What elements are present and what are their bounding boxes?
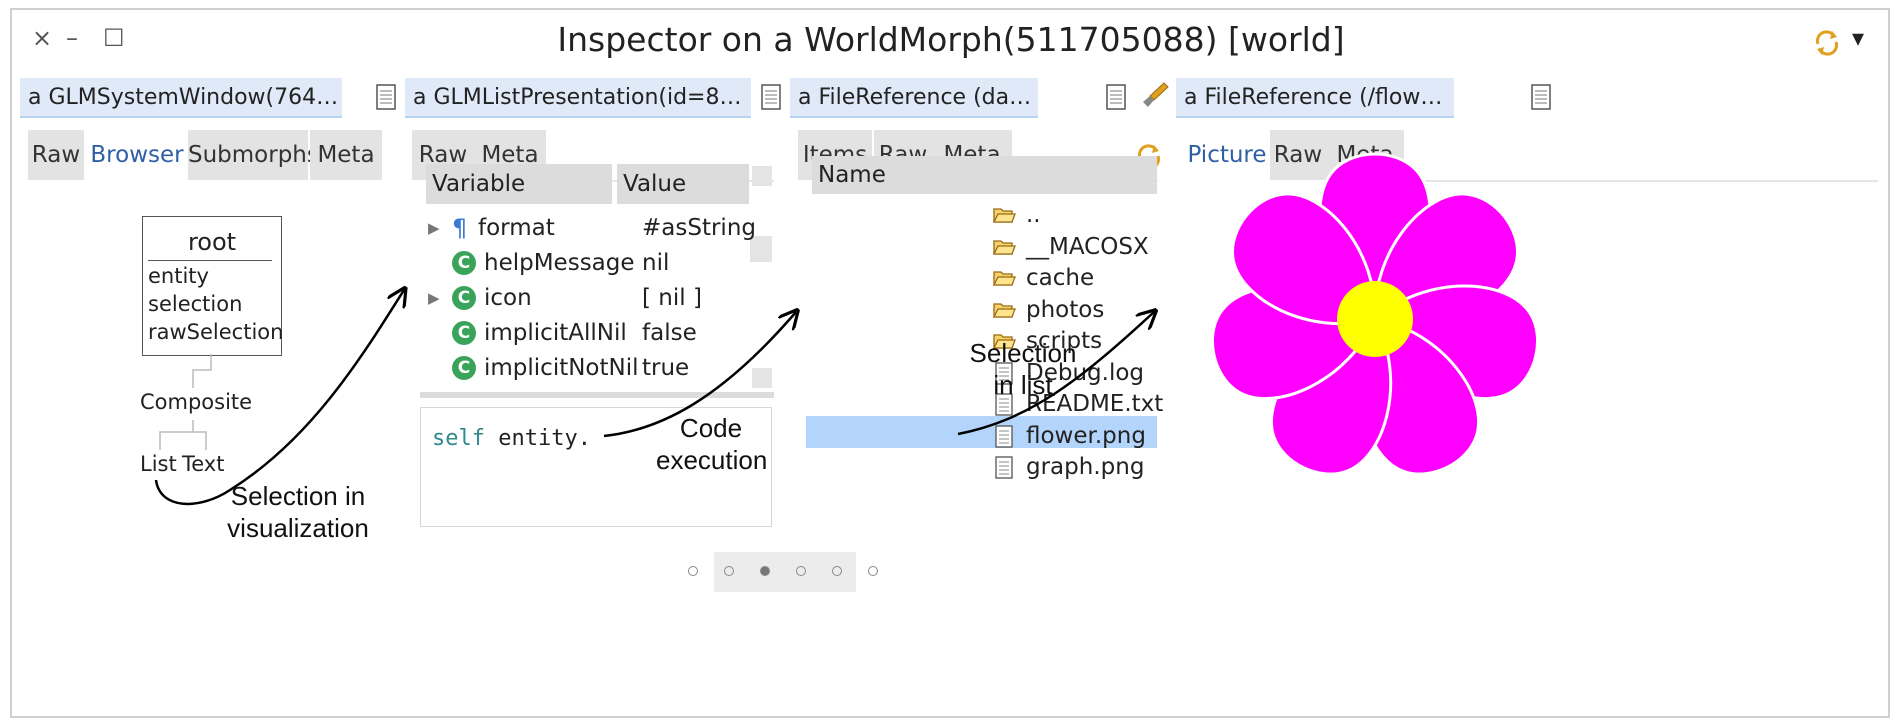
- pager-dot[interactable]: [832, 566, 842, 576]
- pager: [684, 562, 894, 584]
- annotation-line: Selection in: [230, 481, 366, 511]
- annotation-code-execution: Code execution: [656, 412, 768, 476]
- annotation-line: in list: [993, 370, 1053, 400]
- annotation-line: execution: [656, 445, 768, 475]
- annotation-line: Code: [679, 413, 743, 443]
- annotation-arrows: [154, 0, 1902, 506]
- annotation-selection-list: Selection in list: [966, 337, 1080, 401]
- pager-dot[interactable]: [868, 566, 878, 576]
- annotation-line: Selection: [969, 338, 1077, 368]
- pager-dot[interactable]: [796, 566, 806, 576]
- pager-dot[interactable]: [724, 566, 734, 576]
- annotation-line: visualization: [227, 513, 369, 543]
- annotation-selection-visualization: Selection in visualization: [224, 480, 372, 544]
- pager-dot[interactable]: [688, 566, 698, 576]
- pager-dot[interactable]: [760, 566, 770, 576]
